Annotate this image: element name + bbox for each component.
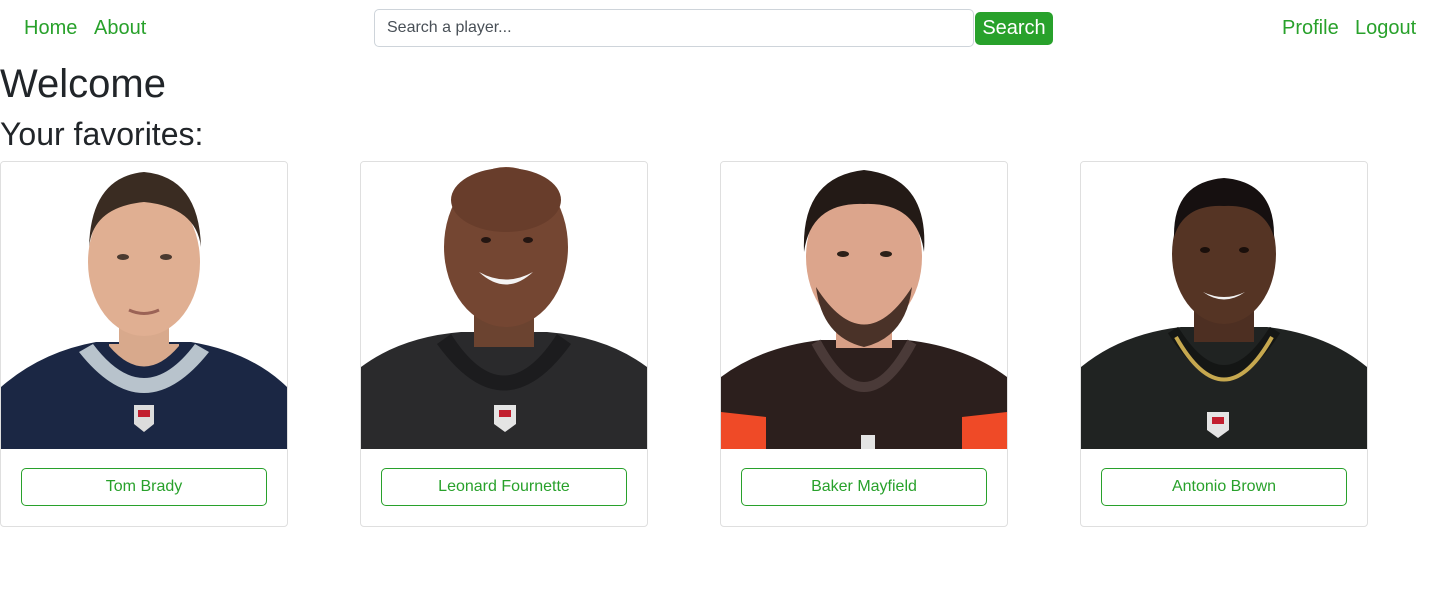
favorite-card: Tom Brady	[0, 161, 288, 527]
player-name-button[interactable]: Antonio Brown	[1101, 468, 1347, 506]
favorites-heading: Your favorites:	[0, 116, 204, 152]
nav-about-link[interactable]: About	[94, 16, 146, 40]
player-photo	[1, 162, 287, 449]
player-search-input[interactable]	[374, 9, 974, 47]
player-photo	[1081, 162, 1367, 449]
player-name-button[interactable]: Tom Brady	[21, 468, 267, 506]
player-name-button[interactable]: Leonard Fournette	[381, 468, 627, 506]
top-navbar: Home About Search Profile Logout	[0, 0, 1438, 56]
favorite-card: Antonio Brown	[1080, 161, 1368, 527]
page-title: Welcome	[0, 62, 166, 106]
nav-home-link[interactable]: Home	[24, 16, 77, 40]
player-name-button[interactable]: Baker Mayfield	[741, 468, 987, 506]
search-button[interactable]: Search	[975, 12, 1053, 45]
favorite-card: Leonard Fournette	[360, 161, 648, 527]
favorite-card: Baker Mayfield	[720, 161, 1008, 527]
nav-profile-link[interactable]: Profile	[1282, 16, 1339, 40]
nav-logout-link[interactable]: Logout	[1355, 16, 1416, 40]
player-photo	[721, 162, 1007, 449]
player-photo	[361, 162, 647, 449]
